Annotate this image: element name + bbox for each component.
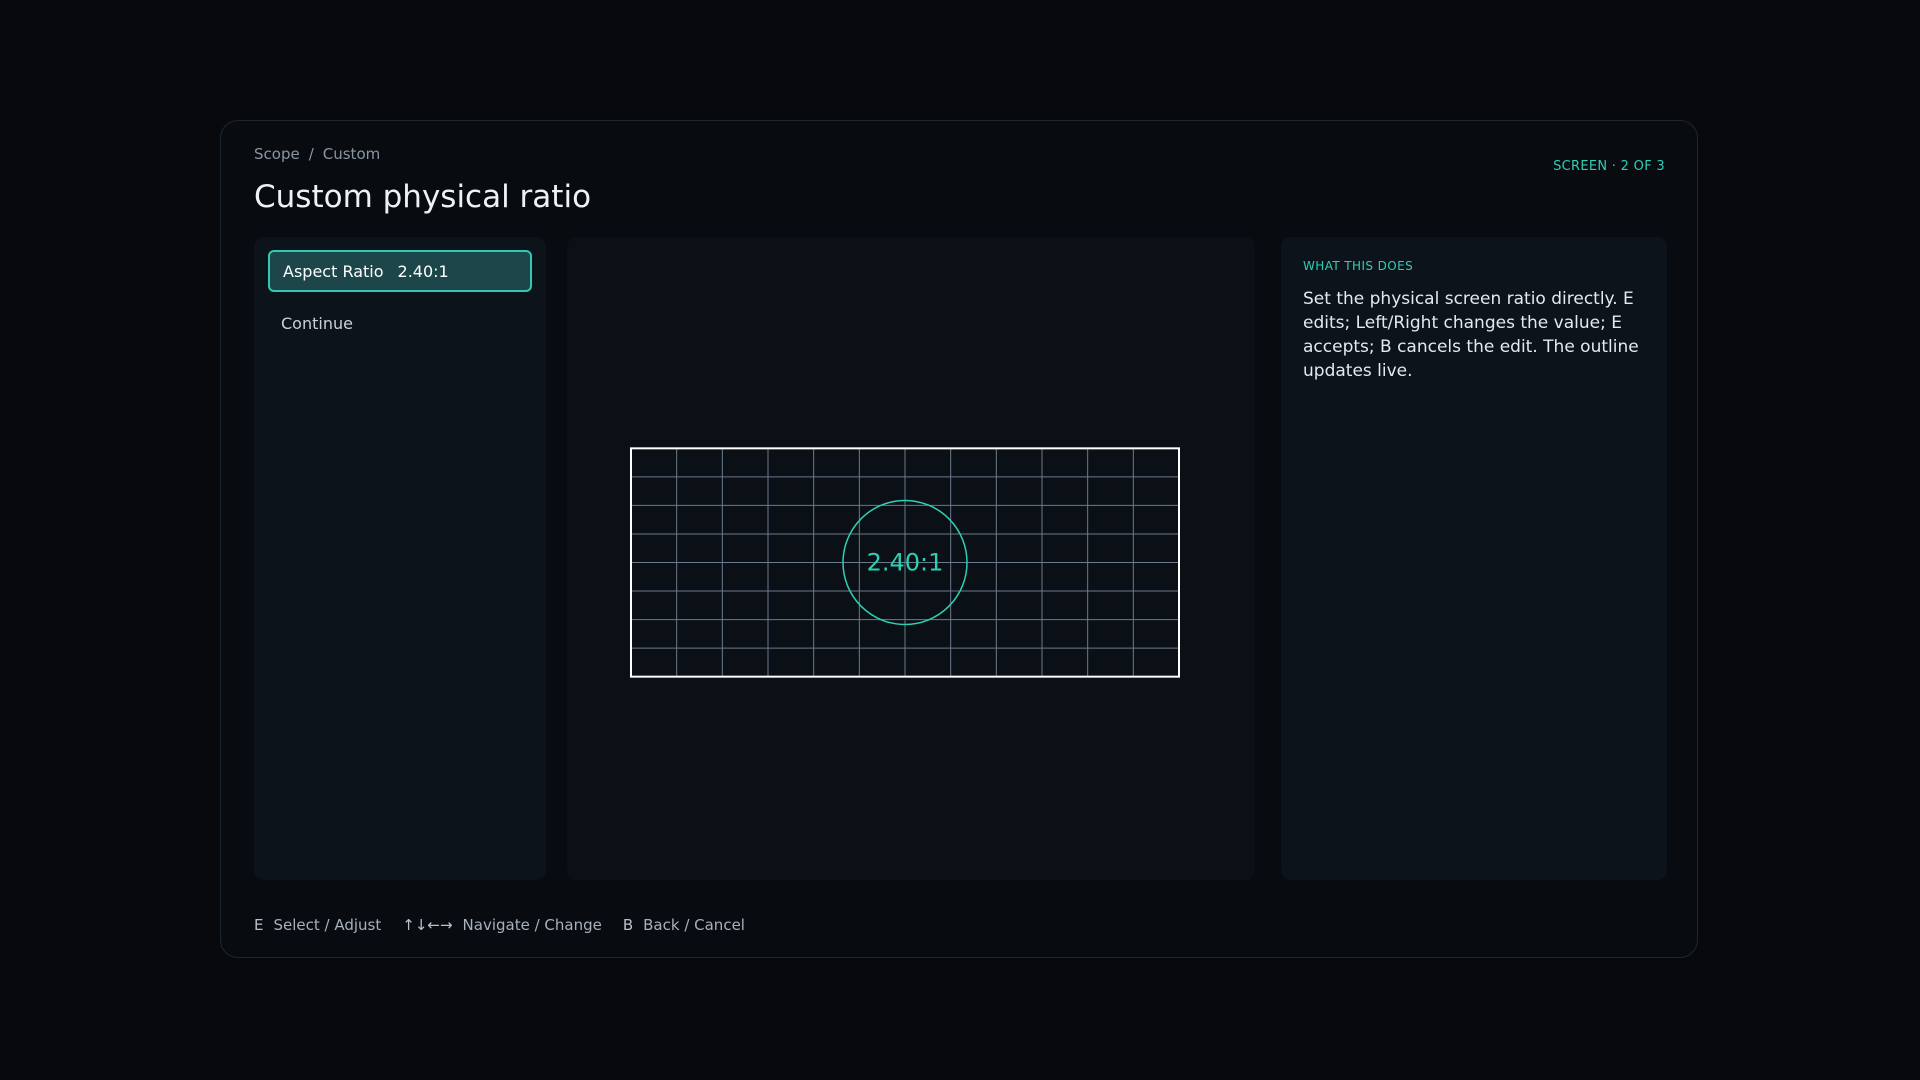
- breadcrumb-separator: /: [308, 145, 314, 163]
- breadcrumb-item-custom: Custom: [322, 145, 381, 163]
- hint-key: ↑↓←→: [402, 916, 453, 934]
- hint-label: Navigate / Change: [462, 916, 602, 934]
- menu-item-label: Continue: [281, 313, 353, 333]
- menu-item-continue[interactable]: Continue: [268, 302, 532, 344]
- hint-navigate: ↑↓←→ Navigate / Change: [402, 916, 602, 934]
- menu-item-value: 2.40:1: [397, 261, 449, 281]
- breadcrumb: Scope / Custom: [254, 145, 380, 163]
- info-panel: WHAT THIS DOES Set the physical screen r…: [1281, 237, 1667, 880]
- settings-window: Scope / Custom Custom physical ratio SCR…: [220, 120, 1698, 958]
- breadcrumb-item-scope[interactable]: Scope: [254, 145, 300, 163]
- info-description: Set the physical screen ratio directly. …: [1303, 289, 1639, 381]
- menu-item-aspect-ratio[interactable]: Aspect Ratio 2.40:1: [268, 250, 532, 292]
- ratio-preview-panel: 2.40:1: [567, 237, 1255, 880]
- ratio-badge-label: 2.40:1: [867, 549, 944, 577]
- control-hints: E Select / Adjust ↑↓←→ Navigate / Change…: [254, 916, 766, 934]
- hint-back: B Back / Cancel: [623, 916, 745, 934]
- hint-label: Select / Adjust: [273, 916, 382, 934]
- hint-select: E Select / Adjust: [254, 916, 381, 934]
- menu-item-label: Aspect Ratio: [283, 261, 384, 281]
- page-title: Custom physical ratio: [254, 179, 592, 215]
- ratio-preview-canvas: 2.40:1: [630, 447, 1180, 678]
- hint-label: Back / Cancel: [643, 916, 745, 934]
- hint-key: B: [622, 916, 634, 934]
- menu-panel: Aspect Ratio 2.40:1 Continue: [254, 237, 546, 880]
- screen-counter: SCREEN · 2 OF 3: [1553, 159, 1665, 174]
- info-heading: WHAT THIS DOES: [1303, 259, 1414, 273]
- hint-key: E: [254, 916, 264, 934]
